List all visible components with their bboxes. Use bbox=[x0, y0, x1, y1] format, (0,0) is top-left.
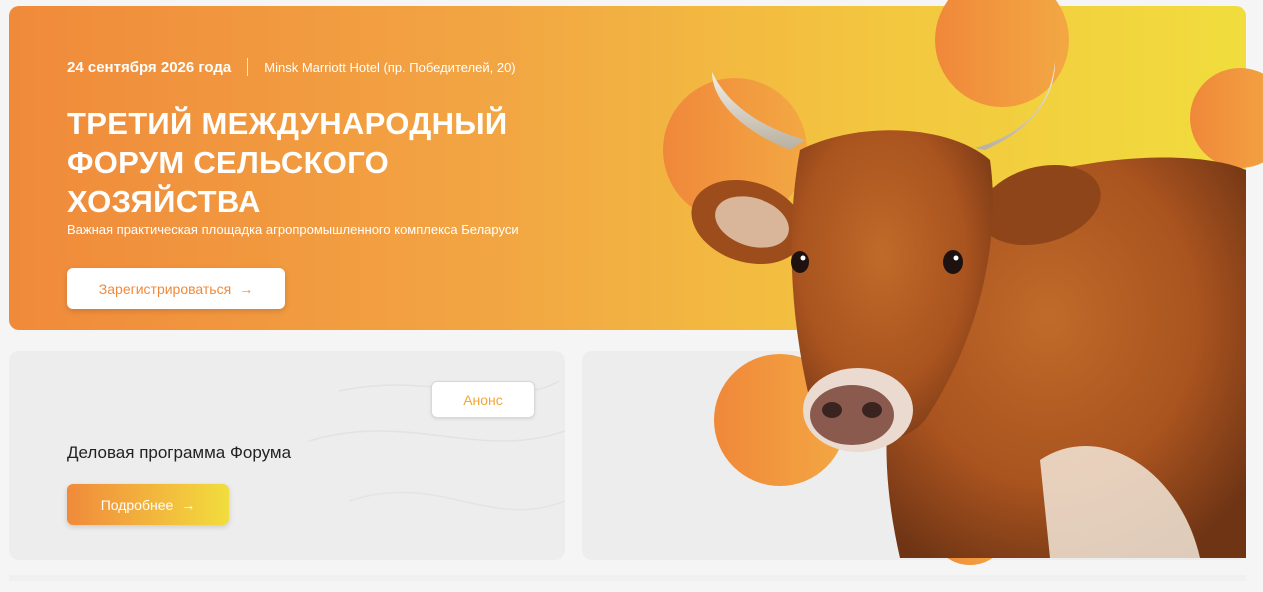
hero-title-line: ХОЗЯЙСТВА bbox=[67, 184, 261, 219]
register-button-label: Зарегистрироваться bbox=[98, 280, 232, 297]
arrow-right-icon: → bbox=[239, 280, 254, 297]
register-button[interactable]: Зарегистрироваться → bbox=[67, 268, 285, 309]
hero-banner: 24 сентября 2026 года Minsk Marriott Hot… bbox=[9, 6, 1246, 330]
image-card bbox=[582, 351, 1246, 560]
meta-divider bbox=[247, 58, 249, 76]
announce-badge: Анонс bbox=[431, 381, 535, 418]
more-button-label: Подробнее bbox=[100, 496, 174, 513]
event-venue: Minsk Marriott Hotel (пр. Победителей, 2… bbox=[264, 59, 516, 75]
hero-title: ТРЕТИЙ МЕЖДУНАРОДНЫЙ ФОРУМ СЕЛЬСКОГО ХОЗ… bbox=[67, 104, 627, 221]
hero-subtitle: Важная практическая площадка агропромышл… bbox=[67, 222, 519, 237]
more-button[interactable]: Подробнее → bbox=[67, 484, 229, 525]
hero-title-line: ТРЕТИЙ МЕЖДУНАРОДНЫЙ bbox=[67, 106, 508, 141]
hero-title-line: ФОРУМ СЕЛЬСКОГО bbox=[67, 145, 390, 180]
event-date: 24 сентября 2026 года bbox=[67, 58, 232, 76]
bottom-strip bbox=[9, 575, 1246, 581]
program-card: Анонс Деловая программа Форума Подробнее… bbox=[9, 351, 565, 560]
event-meta: 24 сентября 2026 года Minsk Marriott Hot… bbox=[67, 58, 516, 76]
program-title: Деловая программа Форума bbox=[67, 443, 292, 462]
arrow-right-icon: → bbox=[181, 496, 196, 513]
